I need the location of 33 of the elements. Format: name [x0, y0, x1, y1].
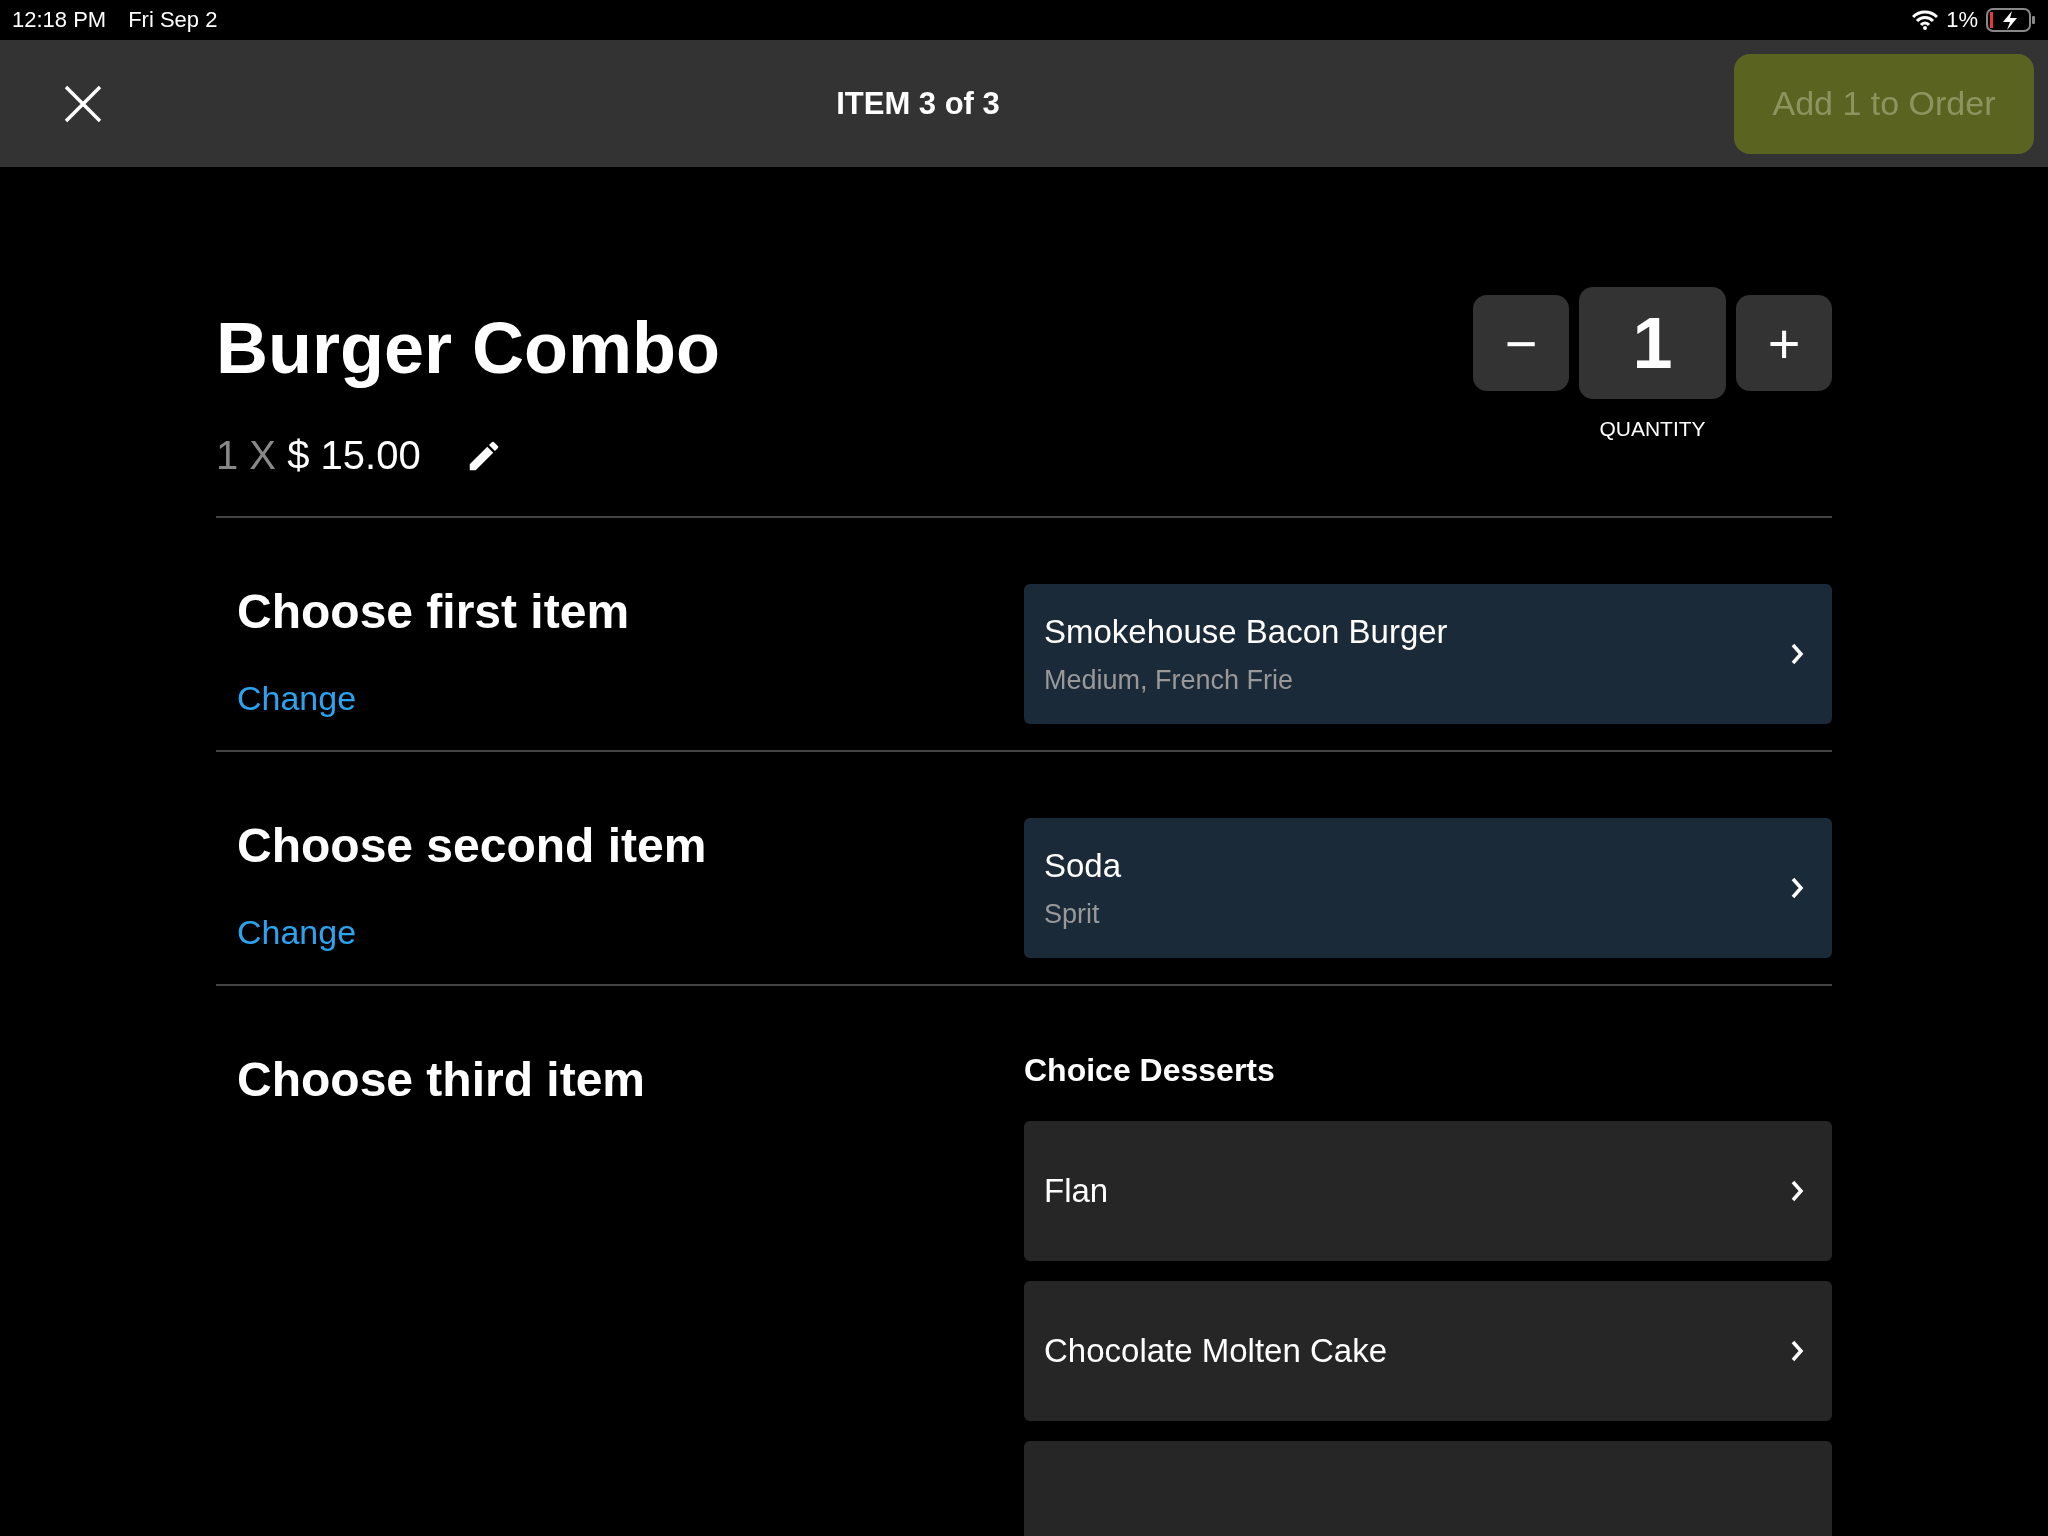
option-card[interactable]: Chocolate Molten Cake — [1024, 1281, 1832, 1421]
section-title: Choose first item — [237, 584, 631, 639]
selected-item-options: Medium, French Frie — [1044, 664, 1790, 696]
chevron-right-icon — [1790, 1179, 1804, 1203]
item-name: Burger Combo — [216, 307, 720, 389]
increase-button[interactable]: + — [1736, 295, 1832, 391]
change-link[interactable]: Change — [237, 679, 357, 718]
chevron-right-icon — [1790, 876, 1804, 900]
close-icon[interactable] — [64, 84, 102, 123]
status-date: Fri Sep 2 — [128, 7, 218, 33]
header-title: ITEM 3 of 3 — [836, 85, 1000, 122]
group-title: Choice Desserts — [1024, 1052, 1276, 1089]
section-title: Choose second item — [237, 818, 708, 873]
quantity-label: QUANTITY — [1599, 417, 1706, 441]
selected-item-card[interactable]: Smokehouse Bacon Burger Medium, French Frie — [1024, 584, 1832, 724]
selected-item-name: Smokehouse Bacon Burger — [1044, 612, 1449, 651]
battery-percent: 1% — [1946, 7, 1978, 33]
option-card[interactable]: Flan — [1024, 1121, 1832, 1261]
decrease-button[interactable]: − — [1473, 295, 1569, 391]
selected-item-name: Soda — [1044, 846, 1123, 885]
battery-charging-icon — [1986, 8, 2036, 32]
selected-item-card[interactable]: Soda Sprit — [1024, 818, 1832, 958]
quantity-value: 1 — [1579, 287, 1726, 399]
chevron-right-icon — [1790, 642, 1804, 666]
change-link[interactable]: Change — [237, 913, 357, 952]
item-price: 1 X $ 15.00 — [216, 433, 421, 478]
selected-item-options: Sprit — [1044, 898, 1790, 930]
section-title: Choose third item — [237, 1052, 647, 1107]
option-name: Chocolate Molten Cake — [1044, 1332, 1389, 1370]
chevron-right-icon — [1790, 1339, 1804, 1363]
status-time: 12:18 PM — [12, 7, 107, 33]
option-name: Flan — [1044, 1172, 1110, 1210]
wifi-icon — [1912, 10, 1939, 30]
